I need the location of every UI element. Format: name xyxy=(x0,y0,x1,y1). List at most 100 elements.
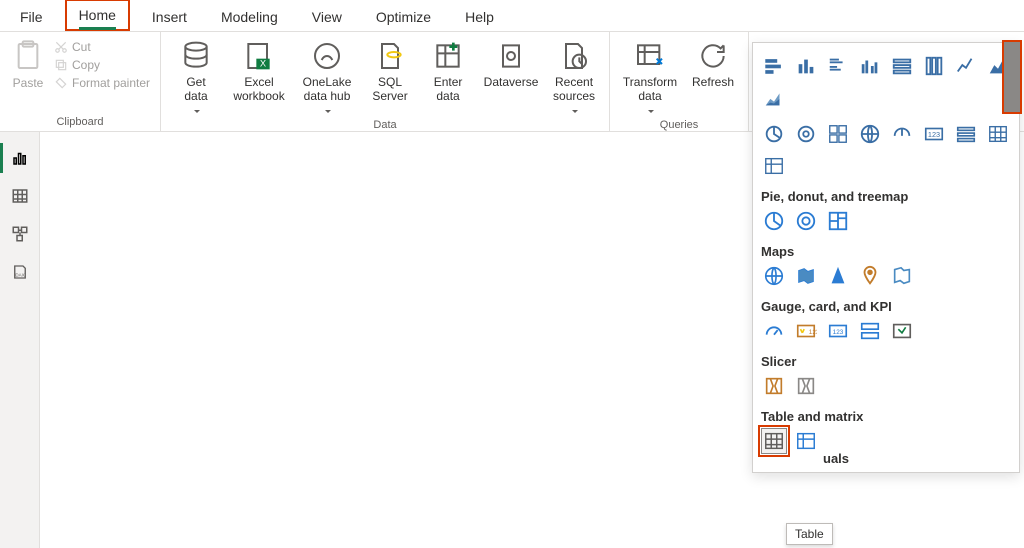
vis-multi-row-card-icon[interactable] xyxy=(857,318,883,344)
vis-table-icon[interactable] xyxy=(761,428,787,454)
tab-help[interactable]: Help xyxy=(453,3,506,31)
recent-label: Recent sources xyxy=(553,76,595,104)
cut-button[interactable]: Cut xyxy=(54,40,150,54)
vis-stacked-bar-icon[interactable] xyxy=(761,53,787,79)
vis-treemap-icon[interactable] xyxy=(825,208,851,234)
paste-button[interactable]: Paste xyxy=(6,34,50,90)
dax-view-button[interactable]: DAX xyxy=(8,260,32,284)
vis-gauge-icon[interactable] xyxy=(761,318,787,344)
group-queries: Transform data Refresh Queries xyxy=(610,32,749,131)
vis-line-stacked-icon[interactable] xyxy=(793,121,819,147)
transform-icon xyxy=(634,40,666,72)
vis-clustered-column-icon[interactable] xyxy=(857,53,883,79)
vis-funnel-icon[interactable] xyxy=(889,121,915,147)
sql-server-button[interactable]: SQL Server xyxy=(361,34,419,104)
cut-label: Cut xyxy=(72,40,91,54)
enter-data-icon xyxy=(432,40,464,72)
view-switcher: DAX xyxy=(0,132,40,548)
vis-category-maps: Maps xyxy=(761,244,1011,259)
vis-scatter-icon[interactable]: 123 xyxy=(921,121,947,147)
onelake-icon xyxy=(311,40,343,72)
vis-matrix-mini-icon[interactable] xyxy=(761,153,787,179)
refresh-button[interactable]: Refresh xyxy=(684,34,742,90)
vis-shape-map-icon[interactable] xyxy=(889,263,915,289)
excel-workbook-button[interactable]: X Excel workbook xyxy=(225,34,293,104)
sql-icon xyxy=(374,40,406,72)
vis-waterfall-icon[interactable] xyxy=(857,121,883,147)
model-view-button[interactable] xyxy=(8,222,32,246)
refresh-icon xyxy=(697,40,729,72)
visualizations-scrollbar[interactable] xyxy=(1004,42,1020,112)
tab-insert[interactable]: Insert xyxy=(140,3,199,31)
vis-arcgis-map-icon[interactable] xyxy=(857,263,883,289)
visualizations-gallery: 123 Pie, donut, and treemap Maps Gauge, … xyxy=(752,42,1020,473)
vis-category-slicer: Slicer xyxy=(761,354,1011,369)
vis-donut-icon[interactable] xyxy=(793,208,819,234)
group-clipboard: Paste Cut Copy Format painter Clipboard xyxy=(0,32,161,131)
enter-data-button[interactable]: Enter data xyxy=(419,34,477,104)
vis-table-mini-icon[interactable] xyxy=(985,121,1011,147)
vis-line-icon[interactable] xyxy=(953,53,979,79)
onelake-button[interactable]: OneLake data hub xyxy=(293,34,361,117)
vis-stacked-area-icon[interactable] xyxy=(761,85,787,111)
copy-label: Copy xyxy=(72,58,100,72)
vis-100-column-icon[interactable] xyxy=(921,53,947,79)
svg-text:123: 123 xyxy=(833,329,844,336)
svg-text:123: 123 xyxy=(928,130,940,139)
onelake-label: OneLake data hub xyxy=(303,76,352,104)
vis-category-pie: Pie, donut, and treemap xyxy=(761,189,1011,204)
excel-icon: X xyxy=(243,40,275,72)
vis-category-gauge: Gauge, card, and KPI xyxy=(761,299,1011,314)
vis-pie-icon[interactable] xyxy=(761,208,787,234)
ribbon-tabs: File Home Insert Modeling View Optimize … xyxy=(0,0,1024,32)
vis-filled-map-icon[interactable] xyxy=(793,263,819,289)
tab-home[interactable]: Home xyxy=(65,0,130,31)
dataverse-label: Dataverse xyxy=(484,76,539,90)
vis-card-icon[interactable]: 123 xyxy=(793,318,819,344)
vis-category-table: Table and matrix xyxy=(761,409,1011,424)
vis-map-icon[interactable] xyxy=(761,263,787,289)
format-painter-label: Format painter xyxy=(72,76,150,90)
vis-100-bar-icon[interactable] xyxy=(889,53,915,79)
data-view-button[interactable] xyxy=(8,184,32,208)
database-icon xyxy=(180,40,212,72)
transform-data-button[interactable]: Transform data xyxy=(616,34,684,117)
format-painter-button[interactable]: Format painter xyxy=(54,76,150,90)
tab-file[interactable]: File xyxy=(8,3,55,31)
dataverse-button[interactable]: Dataverse xyxy=(477,34,545,90)
tab-view[interactable]: View xyxy=(300,3,354,31)
vis-stacked-column-icon[interactable] xyxy=(793,53,819,79)
get-data-label: Get data xyxy=(184,76,207,104)
recent-icon xyxy=(558,40,590,72)
vis-row-charts-2: 123 xyxy=(761,121,1011,179)
copy-button[interactable]: Copy xyxy=(54,58,150,72)
vis-ribbon-icon[interactable] xyxy=(825,121,851,147)
vis-kpi-icon[interactable] xyxy=(889,318,915,344)
svg-text:X: X xyxy=(260,59,267,69)
vis-slicer-new-icon[interactable] xyxy=(761,373,787,399)
recent-sources-button[interactable]: Recent sources xyxy=(545,34,603,117)
tab-modeling[interactable]: Modeling xyxy=(209,3,290,31)
vis-azure-map-icon[interactable] xyxy=(825,263,851,289)
tab-optimize[interactable]: Optimize xyxy=(364,3,443,31)
svg-text:123: 123 xyxy=(809,329,817,336)
svg-text:DAX: DAX xyxy=(15,273,24,278)
report-view-button[interactable] xyxy=(8,146,32,170)
paste-label: Paste xyxy=(13,76,44,90)
truncated-rai-label: uals xyxy=(823,451,849,466)
vis-card-new-icon[interactable]: 123 xyxy=(825,318,851,344)
group-label-data: Data xyxy=(167,117,603,134)
group-label-queries: Queries xyxy=(616,117,742,134)
enter-data-label: Enter data xyxy=(434,76,463,104)
group-data: Get data X Excel workbook OneLake data h… xyxy=(161,32,610,131)
sql-label: SQL Server xyxy=(372,76,407,104)
get-data-button[interactable]: Get data xyxy=(167,34,225,117)
vis-line-clustered-icon[interactable] xyxy=(761,121,787,147)
vis-pie-mini-icon[interactable] xyxy=(953,121,979,147)
refresh-label: Refresh xyxy=(692,76,734,90)
vis-slicer-icon[interactable] xyxy=(793,373,819,399)
vis-matrix-icon[interactable] xyxy=(793,428,819,454)
vis-clustered-bar-icon[interactable] xyxy=(825,53,851,79)
vis-row-charts-1 xyxy=(761,53,1011,111)
group-label-clipboard: Clipboard xyxy=(6,114,154,131)
